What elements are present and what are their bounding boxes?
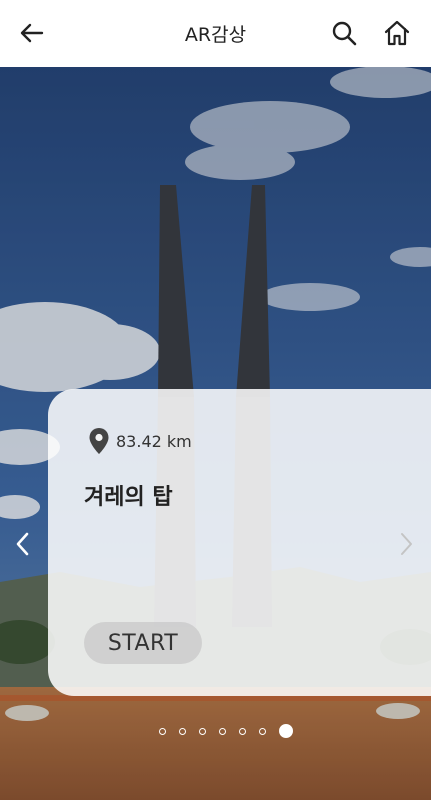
- pagination-dot[interactable]: [218, 727, 226, 735]
- location-pin-icon: [89, 428, 109, 454]
- home-icon: [384, 20, 410, 46]
- app-header: AR감상: [0, 0, 431, 67]
- pagination-dot[interactable]: [198, 727, 206, 735]
- place-name: 겨레의 탑: [84, 485, 173, 510]
- pagination-dot-active[interactable]: [278, 724, 293, 738]
- pagination-dot[interactable]: [158, 727, 166, 735]
- search-icon: [332, 21, 357, 46]
- search-button[interactable]: [325, 14, 363, 52]
- place-card[interactable]: 83.42 km 겨레의 탑 START: [48, 389, 431, 696]
- distance-label: 83.42 km: [116, 431, 192, 451]
- home-button[interactable]: [378, 14, 416, 52]
- pagination-dot[interactable]: [178, 727, 186, 735]
- pagination-dot[interactable]: [258, 727, 266, 735]
- next-slide-button[interactable]: [392, 530, 420, 558]
- pagination-dot[interactable]: [238, 727, 246, 735]
- page-title: AR감상: [184, 24, 247, 46]
- chevron-right-icon: [401, 533, 412, 555]
- chevron-left-icon: [16, 532, 29, 556]
- previous-slide-button[interactable]: [9, 530, 37, 558]
- distance-row: 83.42 km: [88, 427, 192, 455]
- start-button[interactable]: START: [84, 622, 202, 664]
- carousel-pagination: [0, 724, 431, 738]
